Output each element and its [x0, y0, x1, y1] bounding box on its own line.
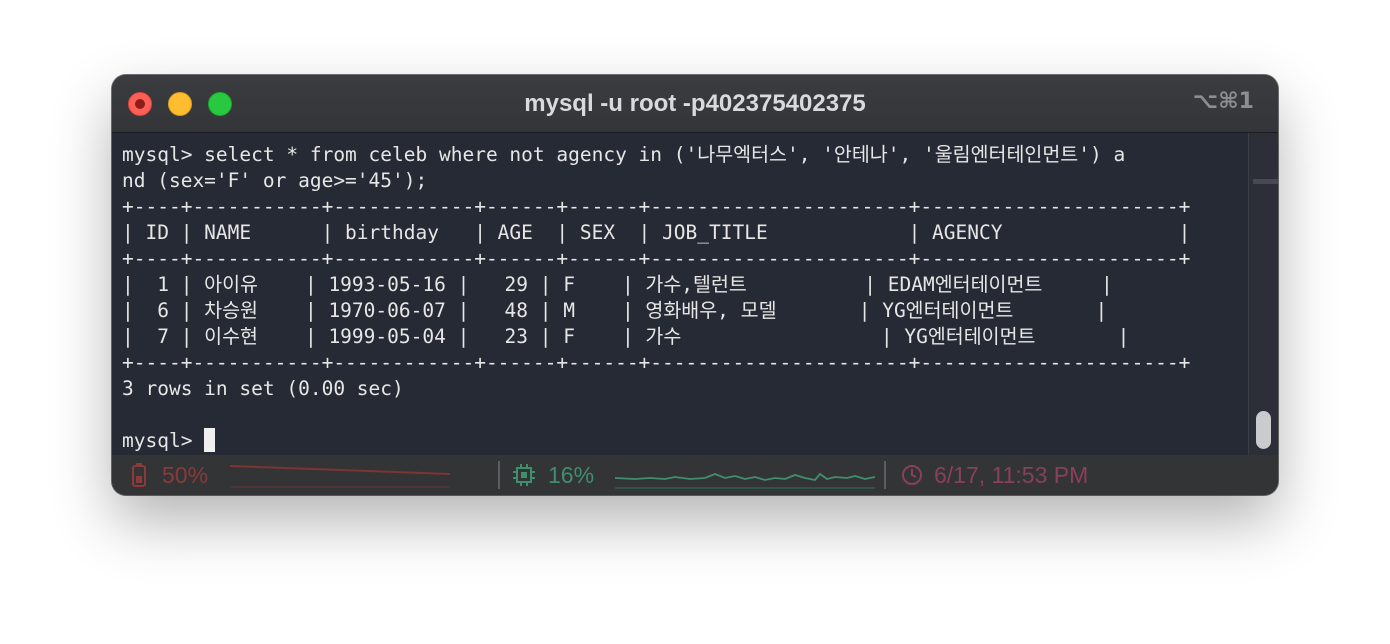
table-border: +----+-----------+------------+------+--…	[122, 351, 1191, 374]
terminal-line: mysql> select * from celeb where not age…	[122, 143, 1126, 166]
status-bar: 50% 16% 6/17, 11:53 PM	[112, 455, 1278, 495]
cpu-percent: 16%	[548, 462, 595, 488]
prompt: mysql>	[122, 429, 205, 452]
terminal-output[interactable]: mysql> select * from celeb where not age…	[112, 133, 1248, 455]
table-row: | 6 | 차승원 | 1970-06-07 | 48 | M | 영화배우, …	[122, 299, 1108, 322]
status-separator	[498, 461, 500, 489]
cpu-graph	[615, 472, 875, 489]
cpu-chip-icon	[513, 464, 535, 486]
scrollbar-thumb[interactable]	[1256, 411, 1271, 449]
vertical-scrollbar[interactable]	[1248, 133, 1278, 455]
battery-graph	[230, 465, 450, 488]
result-summary: 3 rows in set (0.00 sec)	[122, 377, 404, 400]
desktop-background: mysql -u root -p402375402375 ⌥⌘1 mysql> …	[0, 0, 1390, 644]
window-shortcut: ⌥⌘1	[1192, 89, 1254, 114]
status-separator	[884, 461, 886, 489]
text-cursor	[204, 428, 216, 452]
clock-text: 6/17, 11:53 PM	[934, 462, 1089, 488]
terminal-line: nd (sex='F' or age>='45');	[122, 169, 428, 192]
table-row: | 7 | 이수현 | 1999-05-04 | 23 | F | 가수 | Y…	[122, 325, 1130, 348]
table-row: | 1 | 아이유 | 1993-05-16 | 29 | F | 가수,텔런트…	[122, 273, 1113, 296]
table-border: +----+-----------+------------+------+--…	[122, 247, 1191, 270]
table-header-row: | ID | NAME | birthday | AGE | SEX | JOB…	[122, 221, 1191, 244]
prompt-line[interactable]: mysql>	[122, 428, 216, 454]
table-border: +----+-----------+------------+------+--…	[122, 195, 1191, 218]
clock-icon	[902, 465, 922, 485]
battery-icon	[132, 463, 146, 487]
battery-percent: 50%	[162, 462, 209, 488]
title-bar[interactable]: mysql -u root -p402375402375 ⌥⌘1	[112, 75, 1278, 133]
window-title: mysql -u root -p402375402375	[524, 90, 866, 117]
scrollbar-track-marker	[1253, 179, 1278, 184]
terminal-window[interactable]: mysql -u root -p402375402375 ⌥⌘1 mysql> …	[112, 75, 1278, 495]
